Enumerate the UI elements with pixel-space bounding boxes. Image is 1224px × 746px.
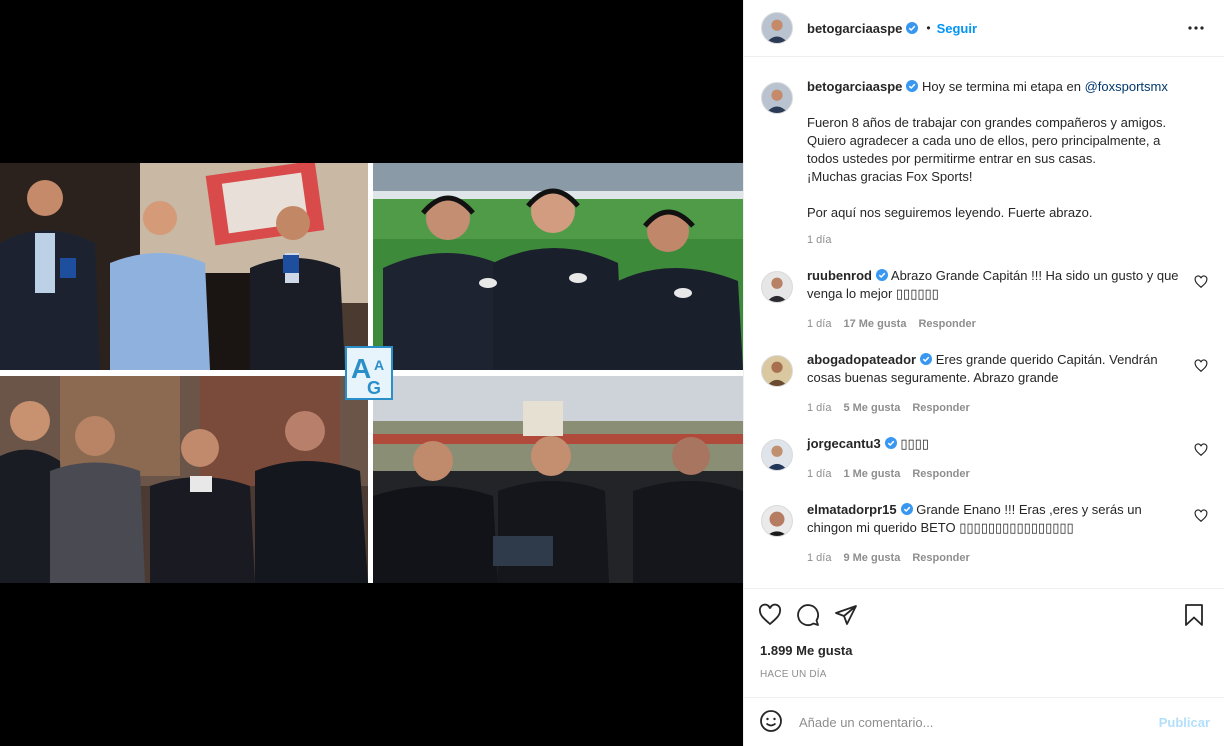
caption-text: betogarciaaspe Hoy se termina mi etapa e… [807,78,1182,222]
author-username[interactable]: betogarciaaspe [807,21,902,36]
post-caption: betogarciaaspe Hoy se termina mi etapa e… [761,78,1208,246]
emoji-smiley-icon[interactable] [759,709,785,735]
post-header: betogarciaaspe • Seguir [744,0,1224,57]
caption-paragraph-2: Por aquí nos seguiremos leyendo. Fuerte … [807,205,1093,220]
more-options-icon[interactable] [1184,16,1208,40]
comment-time[interactable]: 1 día [807,468,831,480]
verified-badge-icon [920,353,933,365]
collage-photo-studio [0,163,368,370]
comment-like-heart-icon[interactable] [1194,359,1208,373]
caption-mention-link[interactable]: @foxsportsmx [1085,79,1168,94]
commenter-avatar[interactable] [761,439,793,471]
comment-time[interactable]: 1 día [807,552,831,564]
verified-badge-icon [906,80,919,92]
svg-text:A: A [374,357,384,373]
post-side-panel: betogarciaaspe • Seguir betogarciaaspe H… [743,0,1224,746]
comment-input[interactable] [799,714,1159,730]
commenter-avatar[interactable] [761,271,793,303]
header-separator: • [926,21,931,35]
caption-username[interactable]: betogarciaaspe [807,79,902,94]
caption-avatar[interactable] [761,82,793,114]
reply-button[interactable]: Responder [912,402,969,414]
post-likes-count[interactable]: 1.899 Me gusta [758,643,1208,658]
caption-paragraph-1: Fueron 8 años de trabajar con grandes co… [807,114,1182,186]
paper-plane-icon[interactable] [834,603,860,629]
comment-like-heart-icon[interactable] [1194,443,1208,457]
comment-likes[interactable]: 17 Me gusta [843,318,906,330]
commenter-avatar[interactable] [761,505,793,537]
caption-line-1: Fueron 8 años de trabajar con grandes co… [807,115,1167,130]
commenter-username[interactable]: elmatadorpr15 [807,502,897,517]
verified-badge-icon [884,437,897,449]
collage-photo-street [0,376,368,583]
comment-bubble-icon[interactable] [796,603,822,629]
commenter-username[interactable]: jorgecantu3 [807,436,881,451]
verified-badge-icon [900,503,913,515]
post-actions: 1.899 Me gusta HACE UN DÍA [744,588,1224,692]
caption-line-2: Quiero agradecer a cada uno de ellos, pe… [807,133,1161,166]
caption-intro: Hoy se termina mi etapa en [922,79,1085,94]
caption-time[interactable]: 1 día [807,234,831,246]
comment-time[interactable]: 1 día [807,318,831,330]
commenter-username[interactable]: abogadopateador [807,352,916,367]
verified-badge-icon [906,22,919,34]
caption-line-3: ¡Muchas gracias Fox Sports! [807,169,973,184]
reply-button[interactable]: Responder [918,318,975,330]
comment-item: abogadopateador Eres grande querido Capi… [761,351,1208,414]
add-comment-bar: Publicar [744,697,1224,746]
verified-badge-icon [876,269,888,281]
comment-time[interactable]: 1 día [807,402,831,414]
reply-button[interactable]: Responder [912,468,969,480]
comment-likes[interactable]: 9 Me gusta [843,552,900,564]
comment-likes[interactable]: 1 Me gusta [843,468,900,480]
author-avatar[interactable] [761,12,793,44]
heart-icon[interactable] [758,603,784,629]
commenter-username[interactable]: ruubenrod [807,268,872,283]
svg-text:G: G [367,378,381,398]
comments-list[interactable]: betogarciaaspe Hoy se termina mi etapa e… [744,58,1224,588]
post-media[interactable]: A G A [0,0,743,746]
comment-like-heart-icon[interactable] [1194,275,1208,289]
bookmark-icon[interactable] [1182,603,1208,629]
commenter-avatar[interactable] [761,355,793,387]
collage-photo-moscow [373,376,743,583]
comment-item: elmatadorpr15 Grande Enano !!! Eras ,ere… [761,501,1208,564]
comment-text: ▯▯▯▯ [900,436,929,451]
comment-like-heart-icon[interactable] [1194,509,1208,523]
aga-logo: A G A [345,346,393,400]
photo-collage: A G A [0,163,743,583]
comment-likes[interactable]: 5 Me gusta [843,402,900,414]
publish-button[interactable]: Publicar [1159,715,1210,730]
post-timestamp[interactable]: HACE UN DÍA [758,669,1208,680]
comment-item: jorgecantu3 ▯▯▯▯ 1 día 1 Me gusta Respon… [761,435,1208,480]
reply-button[interactable]: Responder [912,552,969,564]
comment-item: ruubenrod Abrazo Grande Capitán !!! Ha s… [761,267,1208,330]
collage-photo-stadium [373,163,743,370]
follow-button[interactable]: Seguir [937,21,977,36]
